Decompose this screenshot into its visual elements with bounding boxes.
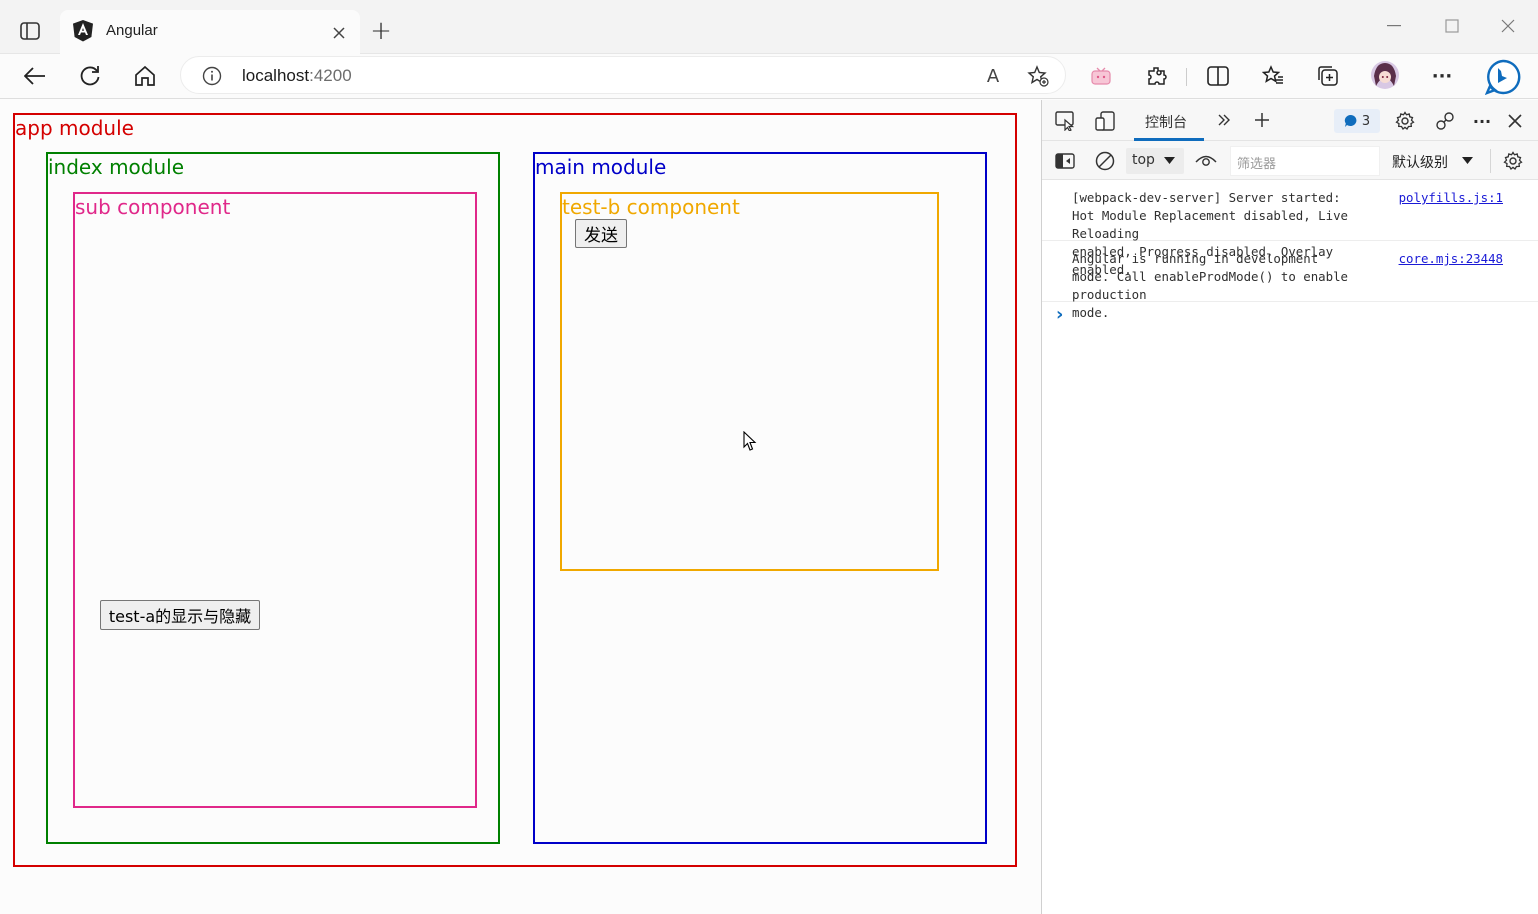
console-filter-input[interactable]: 筛选器 <box>1230 146 1380 176</box>
sub-component-box: sub component <box>73 192 477 808</box>
customize-icon[interactable] <box>1434 110 1456 132</box>
sub-component-label: sub component <box>75 195 231 219</box>
clear-console-icon[interactable] <box>1094 150 1116 172</box>
devtools-panel: 控制台 3 ··· top 筛选器 默认级别 [webpack-dev-serv… <box>1041 100 1538 914</box>
device-emulation-icon[interactable] <box>1094 110 1116 132</box>
add-tab-icon[interactable] <box>1252 110 1272 130</box>
url-host: localhost <box>242 66 310 85</box>
home-icon[interactable] <box>132 63 158 89</box>
issues-badge[interactable]: 3 <box>1334 109 1380 133</box>
tab-actions-icon[interactable] <box>18 20 42 42</box>
toggle-sidebar-icon[interactable] <box>1054 150 1076 172</box>
filter-placeholder: 筛选器 <box>1237 157 1277 172</box>
mouse-cursor-icon <box>742 430 758 452</box>
console-filter-bar: top 筛选器 默认级别 <box>1042 141 1538 180</box>
minimize-icon[interactable] <box>1382 14 1406 38</box>
console-message-source-link[interactable]: core.mjs:23448 <box>1399 250 1503 268</box>
chevron-down-icon <box>1164 157 1175 164</box>
console-prompt[interactable]: › <box>1042 304 1538 328</box>
close-devtools-icon[interactable] <box>1504 110 1526 132</box>
issues-count: 3 <box>1361 113 1371 129</box>
maximize-icon[interactable] <box>1440 14 1464 38</box>
extensions-icon[interactable] <box>1145 64 1169 88</box>
message-bubble-icon <box>1344 114 1357 127</box>
test-b-component-label: test-b component <box>562 195 740 219</box>
context-value: top <box>1132 152 1155 168</box>
live-expression-eye-icon[interactable] <box>1194 150 1218 172</box>
profile-avatar[interactable] <box>1370 60 1400 90</box>
console-message: [webpack-dev-server] Server started: Hot… <box>1042 184 1538 277</box>
refresh-icon[interactable] <box>77 63 103 89</box>
toolbar-divider <box>1186 68 1187 86</box>
close-window-icon[interactable] <box>1496 14 1520 38</box>
angular-logo-icon <box>72 20 94 42</box>
test-b-component-box: test-b component <box>560 192 939 571</box>
extension-tv-icon[interactable] <box>1089 64 1113 88</box>
page-viewport: app module index module sub component te… <box>0 100 1041 914</box>
url-text: localhost:4200 <box>242 66 352 86</box>
devtools-tab-bar: 控制台 3 ··· <box>1042 100 1538 141</box>
devtools-more-icon[interactable]: ··· <box>1470 110 1494 132</box>
url-port: :4200 <box>309 66 352 85</box>
context-selector[interactable]: top <box>1126 148 1184 174</box>
log-level-value: 默认级别 <box>1392 155 1448 171</box>
bing-copilot-icon[interactable] <box>1484 58 1522 96</box>
add-favorite-icon[interactable] <box>1026 64 1050 88</box>
favorites-icon[interactable] <box>1261 64 1285 88</box>
main-module-label: main module <box>535 155 667 179</box>
tab-console[interactable]: 控制台 <box>1134 100 1204 141</box>
collections-icon[interactable] <box>1316 64 1340 88</box>
navigation-toolbar: localhost:4200 A ··· <box>0 54 1538 99</box>
toggle-test-a-button[interactable]: test-a的显示与隐藏 <box>100 600 260 630</box>
new-tab-button[interactable]: + <box>368 16 394 46</box>
site-info-icon[interactable] <box>201 65 223 87</box>
tab-title: Angular <box>106 22 158 39</box>
settings-more-icon[interactable]: ··· <box>1430 64 1454 88</box>
index-module-label: index module <box>48 155 185 179</box>
send-button[interactable]: 发送 <box>575 219 627 248</box>
split-screen-icon[interactable] <box>1206 64 1230 88</box>
tab-angular[interactable]: Angular <box>60 10 360 54</box>
console-prompt-chevron-icon: › <box>1056 304 1064 325</box>
back-icon[interactable] <box>22 63 48 89</box>
console-message: Angular is running in development mode. … <box>1042 245 1538 320</box>
log-level-selector[interactable]: 默认级别 <box>1388 148 1478 174</box>
more-tabs-icon[interactable] <box>1214 110 1234 130</box>
tab-console-label: 控制台 <box>1145 115 1187 131</box>
console-settings-icon[interactable] <box>1502 150 1524 172</box>
app-module-label: app module <box>15 116 134 140</box>
inspect-element-icon[interactable] <box>1054 110 1076 132</box>
console-message-source-link[interactable]: polyfills.js:1 <box>1399 189 1503 207</box>
chevron-down-icon <box>1462 157 1473 164</box>
devtools-settings-icon[interactable] <box>1394 110 1416 132</box>
address-bar[interactable]: localhost:4200 A <box>180 56 1066 94</box>
filter-divider <box>1490 149 1491 173</box>
title-bar: Angular + <box>0 0 1538 54</box>
read-aloud-icon[interactable]: A <box>981 64 1005 88</box>
close-tab-icon[interactable] <box>330 24 348 42</box>
